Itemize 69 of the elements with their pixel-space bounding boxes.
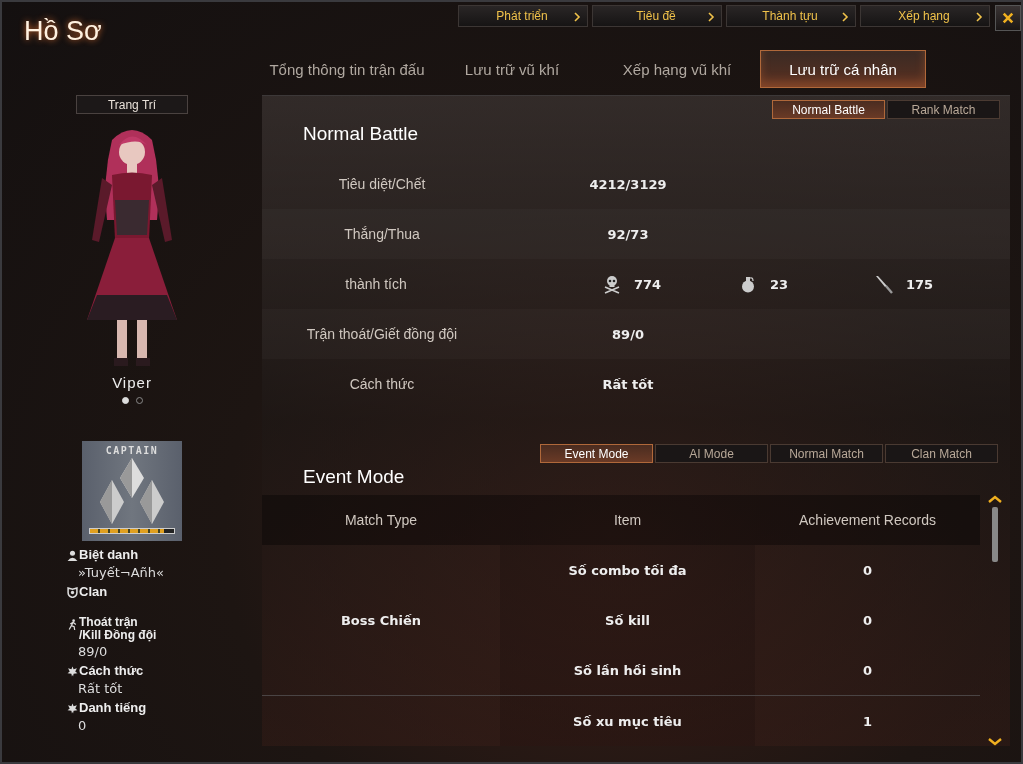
chevron-icon	[841, 12, 849, 22]
chevron-icon	[573, 12, 581, 22]
nav-button[interactable]: Tiêu đề	[592, 5, 722, 27]
table-cell: Số xu mục tiêu	[573, 713, 682, 729]
mode-tab[interactable]: Event Mode	[540, 444, 653, 463]
info-value: Rất tốt	[78, 680, 124, 697]
stat-value: 175	[906, 276, 934, 292]
section-heading: Normal Battle	[303, 122, 420, 146]
table-cell: Số lần hồi sinh	[573, 662, 682, 678]
person-icon	[67, 550, 78, 561]
column-header: Achievement Records	[755, 495, 980, 545]
stat-value: 23	[770, 276, 789, 292]
chevron-icon	[707, 12, 715, 22]
stat-value: 89/0	[611, 326, 645, 342]
nav-button[interactable]: Xếp hạng	[860, 5, 990, 27]
table-cell: 0	[862, 662, 872, 678]
info-label: Clan	[79, 584, 108, 600]
info-value: 89/0	[78, 643, 109, 660]
knife-icon	[874, 274, 894, 294]
skull-crossbones-icon	[602, 274, 622, 294]
nav-button[interactable]: Phát triển	[458, 5, 588, 27]
info-value: 0	[78, 717, 88, 734]
section-heading: Event Mode	[303, 465, 406, 489]
mode-tab[interactable]: Normal Battle	[772, 100, 885, 119]
table-cell: 0	[862, 612, 872, 628]
tab[interactable]: Lưu trữ vũ khí	[430, 50, 594, 88]
running-person-icon	[67, 619, 78, 630]
info-label: Cách thức	[79, 663, 144, 679]
stat-label: Cách thức	[348, 376, 416, 392]
mode-tab[interactable]: Rank Match	[887, 100, 1000, 119]
tab[interactable]: Lưu trữ cá nhân	[760, 50, 926, 88]
rank-badge: CAPTAIN	[82, 441, 182, 541]
nav-button[interactable]: Thành tựu	[726, 5, 856, 27]
window-title: Hồ Sơ	[23, 15, 103, 48]
table-cell: Số kill	[605, 612, 650, 628]
info-label: Danh tiếng	[79, 700, 147, 716]
scroll-up-icon[interactable]	[988, 495, 1002, 503]
info-label: Thoát trận /Kill Đồng đội	[79, 616, 157, 642]
stat-value: 92/73	[606, 226, 650, 242]
chevron-icon	[975, 12, 983, 22]
table-cell: Boss Chiến	[340, 612, 422, 628]
close-icon	[1002, 11, 1014, 25]
decorate-button[interactable]: Trang Trí	[76, 95, 188, 114]
stat-label: Trận thoát/Giết đồng đội	[305, 326, 459, 342]
leaf-icon	[67, 666, 78, 677]
tab[interactable]: Tổng thông tin trận đấu	[264, 50, 430, 88]
table-cell: 0	[862, 562, 872, 578]
close-button[interactable]	[995, 5, 1021, 31]
stat-label: Tiêu diệt/Chết	[337, 176, 427, 192]
stat-label: thành tích	[344, 276, 408, 292]
scrollbar-thumb[interactable]	[992, 507, 998, 562]
mode-tab[interactable]: AI Mode	[655, 444, 768, 463]
table-cell: Số combo tối đa	[568, 562, 687, 578]
scroll-down-icon[interactable]	[988, 738, 1002, 746]
column-header: Match Type	[262, 495, 500, 545]
info-value: »Tuyết¬Añh«	[78, 564, 165, 581]
mode-tab[interactable]: Clan Match	[885, 444, 998, 463]
leaf-icon	[67, 703, 78, 714]
info-label: Biệt danh	[79, 547, 139, 563]
stat-label: Thắng/Thua	[343, 226, 421, 242]
column-header: Item	[500, 495, 755, 545]
character-name: Viper	[112, 374, 152, 391]
tab[interactable]: Xếp hạng vũ khí	[594, 50, 760, 88]
stat-value: 774	[634, 276, 662, 292]
shield-icon	[67, 587, 78, 598]
stat-value: 4212/3129	[588, 176, 668, 192]
stat-value: Rất tốt	[601, 376, 655, 392]
mode-tab[interactable]: Normal Match	[770, 444, 883, 463]
table-cell: 1	[862, 713, 872, 729]
